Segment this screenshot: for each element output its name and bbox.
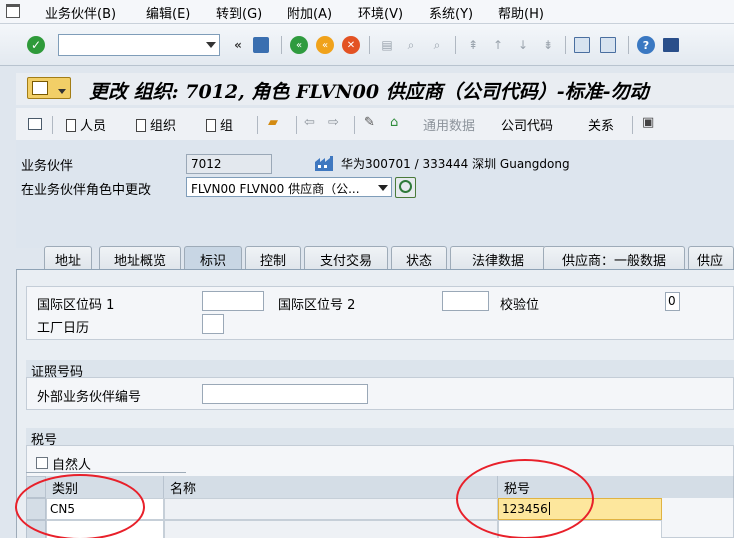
relationships-button[interactable]: 关系 (588, 115, 614, 134)
tab-payment-transactions[interactable]: 支付交易 (304, 246, 388, 270)
more-functions-icon[interactable]: ▣ (642, 115, 654, 130)
column-header-category[interactable]: 类别 (46, 476, 164, 498)
new-session-icon[interactable] (574, 37, 590, 53)
first-page-icon[interactable]: ⇞ (464, 36, 482, 54)
menu-edit[interactable]: 编辑(E) (146, 3, 190, 22)
screen-menu-icon[interactable] (27, 77, 71, 99)
collapse-icon[interactable]: « (229, 36, 247, 54)
menu-system[interactable]: 系统(Y) (429, 3, 473, 22)
print-icon[interactable]: ▤ (378, 36, 396, 54)
natural-person-checkbox[interactable] (36, 457, 48, 469)
document-icon (136, 119, 146, 132)
page-title: 更改 组织: 7012, 角色 FLVN00 供应商（公司代码）-标准-勿动 (89, 81, 649, 103)
tab-status[interactable]: 状态 (391, 246, 447, 270)
select-all-cell[interactable] (26, 476, 46, 498)
shortcut-icon[interactable] (600, 37, 616, 53)
bp-description: 华为300701 / 333444 深圳 Guangdong (341, 157, 570, 171)
search-icon (399, 180, 412, 193)
find-icon[interactable]: ⌕ (402, 36, 420, 54)
id-numbers-header: 证照号码 (26, 360, 734, 380)
tab-address[interactable]: 地址 (44, 246, 92, 270)
open-folder-icon[interactable]: ▰ (268, 115, 278, 130)
check-icon[interactable]: ✓ (27, 36, 45, 54)
check-digit-input[interactable]: 0 (665, 292, 680, 311)
tab-legal-data[interactable]: 法律数据 (450, 246, 546, 270)
hierarchy-icon[interactable]: ⌂ (390, 115, 398, 130)
tab-strip: 地址 地址概览 标识 控制 支付交易 状态 法律数据 供应商：一般数据 供应 (16, 246, 734, 270)
application-toolbar: 人员 组织 组 ▰ ⇦ ⇨ ✎ ⌂ 通用数据 公司代码 关系 ▣ (16, 108, 734, 140)
tab-identification[interactable]: 标识 (184, 246, 242, 270)
organization-button[interactable]: 组织 (136, 115, 176, 134)
find-next-icon[interactable]: ⌕ (428, 36, 446, 54)
command-input[interactable] (59, 35, 199, 55)
tax-name-cell-empty (164, 520, 498, 538)
check-digit-label: 校验位 (500, 298, 540, 313)
command-field[interactable] (58, 34, 220, 56)
external-bp-number-input[interactable] (202, 384, 368, 404)
tax-category-cell-empty[interactable] (46, 520, 164, 538)
back-icon[interactable]: « (290, 36, 308, 54)
identification-group (26, 286, 734, 340)
customize-layout-icon[interactable] (663, 38, 679, 52)
role-select[interactable]: FLVN00 FLVN00 供应商（公... (186, 177, 392, 197)
bp-label: 业务伙伴 (21, 159, 74, 174)
tab-address-overview[interactable]: 地址概览 (99, 246, 181, 270)
factory-icon (315, 156, 333, 171)
prev-page-icon[interactable]: ↑ (489, 36, 507, 54)
overview-icon[interactable] (28, 118, 42, 130)
menu-bar: 业务伙伴(B) 编辑(E) 转到(G) 附加(A) 环境(V) 系统(Y) 帮助… (0, 0, 734, 24)
tax-number-cell-empty[interactable] (498, 520, 662, 538)
bp-number-field[interactable]: 7012 (186, 154, 272, 174)
save-icon[interactable] (253, 37, 269, 53)
menu-goto[interactable]: 转到(G) (216, 3, 262, 22)
document-icon (66, 119, 76, 132)
tax-number-cell[interactable]: 123456 (498, 498, 662, 520)
tax-table: 类别 名称 税号 CN5 123456 (26, 476, 734, 538)
help-icon[interactable]: ? (637, 36, 655, 54)
next-icon[interactable]: ⇨ (328, 115, 339, 130)
switch-display-change-icon[interactable]: ✎ (364, 115, 375, 130)
chevron-down-icon[interactable] (378, 185, 388, 191)
group-button[interactable]: 组 (206, 115, 233, 134)
tab-control[interactable]: 控制 (245, 246, 301, 270)
factory-calendar-input[interactable] (202, 314, 224, 334)
menu-business-partner[interactable]: 业务伙伴(B) (45, 3, 116, 22)
document-icon (206, 119, 216, 132)
factory-calendar-label: 工厂日历 (37, 321, 90, 336)
natural-person-label: 自然人 (52, 458, 92, 473)
tax-category-cell[interactable]: CN5 (46, 498, 164, 520)
intl-location-2-input[interactable] (442, 291, 489, 311)
column-header-tax-number[interactable]: 税号 (498, 476, 734, 498)
person-button[interactable]: 人员 (66, 115, 106, 134)
previous-icon[interactable]: ⇦ (304, 115, 315, 130)
title-bar: 更改 组织: 7012, 角色 FLVN00 供应商（公司代码）-标准-勿动 (16, 73, 734, 105)
menu-environment[interactable]: 环境(V) (358, 3, 403, 22)
chevron-down-icon[interactable] (206, 42, 216, 48)
company-code-button[interactable]: 公司代码 (501, 115, 553, 134)
tax-name-cell (164, 498, 498, 520)
intl-location-2-label: 国际区位号 2 (278, 298, 356, 313)
intl-location-1-label: 国际区位码 1 (37, 298, 115, 313)
next-page-icon[interactable]: ↓ (514, 36, 532, 54)
role-label: 在业务伙伴角色中更改 (21, 183, 152, 198)
row-selector[interactable] (26, 520, 46, 538)
external-bp-number-label: 外部业务伙伴编号 (37, 390, 142, 405)
standard-toolbar: ✓ « « « ✕ ▤ ⌕ ⌕ ⇞ ↑ ↓ ⇟ ? (0, 24, 734, 66)
row-selector[interactable] (26, 498, 46, 520)
column-header-name[interactable]: 名称 (164, 476, 498, 498)
execute-role-button[interactable] (395, 177, 416, 198)
tab-vendor-general-data[interactable]: 供应商：一般数据 (543, 246, 685, 270)
tax-numbers-header: 税号 (26, 428, 734, 448)
general-data-button[interactable]: 通用数据 (423, 115, 475, 134)
cancel-icon[interactable]: ✕ (342, 36, 360, 54)
system-menu-icon[interactable] (6, 4, 20, 18)
menu-extras[interactable]: 附加(A) (287, 3, 332, 22)
tab-vendor-more[interactable]: 供应 (688, 246, 734, 270)
last-page-icon[interactable]: ⇟ (539, 36, 557, 54)
menu-help[interactable]: 帮助(H) (498, 3, 544, 22)
role-select-value: FLVN00 FLVN00 供应商（公... (191, 182, 360, 196)
exit-icon[interactable]: « (316, 36, 334, 54)
intl-location-1-input[interactable] (202, 291, 264, 311)
